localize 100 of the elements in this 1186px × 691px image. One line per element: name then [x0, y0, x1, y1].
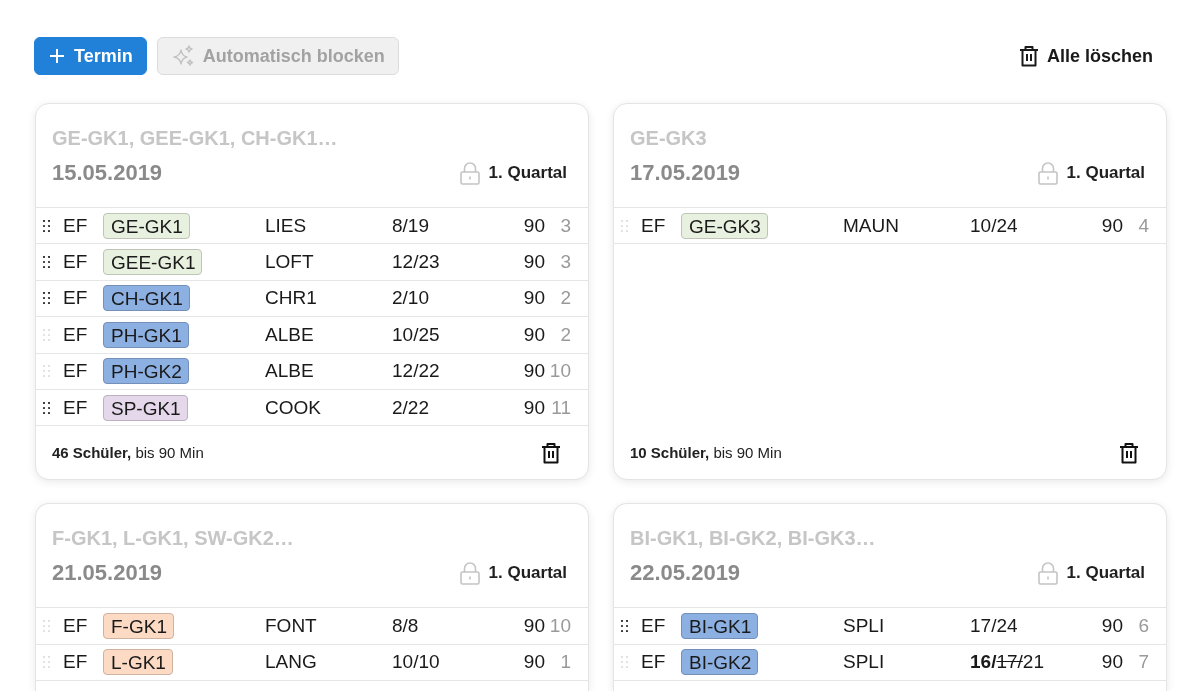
duration-text: 90: [523, 396, 545, 419]
trash-icon[interactable]: [1119, 441, 1139, 464]
grade-text: EF: [63, 323, 88, 346]
duration-text: 90: [1101, 651, 1123, 674]
card-title: GE-GK1, GEE-GK1, CH-GK1…: [52, 126, 338, 151]
course-tag: GE-GK3: [681, 212, 768, 239]
duration-text: 90: [523, 323, 545, 346]
course-tag: SP-GK1: [103, 394, 188, 421]
course-tag: GE-GK1: [103, 212, 190, 239]
drag-handle-icon[interactable]: [43, 365, 50, 378]
course-tag: BI-GK1: [681, 613, 759, 640]
student-ratio: 10/10: [392, 651, 440, 674]
duration-text: 90: [523, 287, 545, 310]
grade-text: EF: [63, 360, 88, 383]
student-ratio: 8/19: [392, 214, 429, 237]
sparkle-icon: [171, 45, 194, 67]
trash-icon[interactable]: [541, 441, 561, 464]
course-tag: CH-GK1: [103, 285, 190, 312]
row-count: 6: [1138, 615, 1149, 638]
row-count: 3: [560, 214, 571, 237]
row-count: 1: [560, 651, 571, 674]
row-count: 10: [549, 615, 571, 638]
drag-handle-icon[interactable]: [621, 620, 628, 633]
student-summary: 46 Schüler, bis 90 Min: [52, 444, 204, 462]
teacher-text: LIES: [265, 214, 307, 237]
course-tag: L-GK1: [103, 649, 173, 676]
card-title: BI-GK1, BI-GK2, BI-GK3…: [630, 526, 876, 552]
grade-text: EF: [63, 651, 88, 674]
row-count: 3: [560, 251, 571, 274]
student-ratio: 10/24: [970, 214, 1018, 237]
quarter-label: 1. Quartal: [488, 563, 567, 584]
exam-date: 17.05.2019: [630, 160, 741, 186]
course-tag: BI-GK2: [681, 649, 759, 676]
duration-text: 90: [1101, 214, 1123, 237]
card-title: F-GK1, L-GK1, SW-GK2…: [52, 526, 294, 552]
grade-text: EF: [63, 251, 88, 274]
student-ratio: 10/25: [392, 323, 440, 346]
grade-text: EF: [63, 396, 88, 419]
drag-handle-icon[interactable]: [43, 256, 50, 269]
course-tag: PH-GK1: [103, 321, 189, 348]
duration-text: 90: [523, 651, 545, 674]
lock-icon: [1037, 161, 1058, 185]
row-count: 2: [560, 287, 571, 310]
course-tag: GEE-GK1: [103, 249, 203, 276]
drag-handle-icon[interactable]: [43, 219, 50, 232]
teacher-text: SPLI: [843, 651, 885, 674]
teacher-text: COOK: [265, 396, 321, 419]
student-ratio: 17/24: [970, 615, 1018, 638]
drag-handle-icon[interactable]: [621, 656, 628, 669]
trash-icon: [1018, 45, 1039, 67]
duration-text: 90: [523, 615, 545, 638]
drag-handle-icon[interactable]: [43, 292, 50, 305]
teacher-text: MAUN: [843, 214, 899, 237]
lock-icon: [459, 161, 480, 185]
grade-text: EF: [63, 615, 88, 638]
grade-text: EF: [63, 214, 88, 237]
teacher-text: LANG: [265, 651, 317, 674]
duration-text: 90: [523, 360, 545, 383]
course-tag: PH-GK2: [103, 358, 189, 385]
duration-text: 90: [523, 214, 545, 237]
quarter-label: 1. Quartal: [1066, 163, 1145, 183]
grade-text: EF: [641, 214, 666, 237]
exam-date: 15.05.2019: [52, 160, 163, 186]
grade-text: EF: [63, 287, 88, 310]
quarter-label: 1. Quartal: [1066, 563, 1145, 584]
row-count: 10: [549, 360, 571, 383]
row-count: 2: [560, 323, 571, 346]
quarter-label: 1. Quartal: [488, 163, 567, 183]
add-appointment-button[interactable]: Termin: [34, 37, 147, 75]
clear-all-button[interactable]: Alle löschen: [1018, 45, 1153, 67]
teacher-text: FONT: [265, 615, 317, 638]
teacher-text: SPLI: [843, 615, 885, 638]
plus-icon: [49, 48, 65, 64]
student-ratio: 2/10: [392, 287, 429, 310]
lock-icon: [459, 561, 480, 585]
student-ratio: 12/22: [392, 360, 440, 383]
row-count: 4: [1138, 214, 1149, 237]
student-ratio: 12/23: [392, 251, 440, 274]
course-tag: F-GK1: [103, 613, 174, 640]
lock-icon: [1037, 561, 1058, 585]
row-count: 11: [551, 396, 571, 419]
grade-text: EF: [641, 615, 666, 638]
drag-handle-icon[interactable]: [621, 219, 628, 232]
card-title: GE-GK3: [630, 126, 707, 151]
grade-text: EF: [641, 651, 666, 674]
exam-date: 22.05.2019: [630, 560, 741, 587]
drag-handle-icon[interactable]: [43, 656, 50, 669]
teacher-text: CHR1: [265, 287, 317, 310]
duration-text: 90: [1101, 615, 1123, 638]
drag-handle-icon[interactable]: [43, 620, 50, 633]
teacher-text: ALBE: [265, 323, 314, 346]
row-count: 7: [1138, 651, 1149, 674]
drag-handle-icon[interactable]: [43, 401, 50, 414]
teacher-text: ALBE: [265, 360, 314, 383]
student-ratio: 2/22: [392, 396, 429, 419]
drag-handle-icon[interactable]: [43, 328, 50, 341]
student-ratio: 16/17/21: [970, 651, 1044, 674]
exam-date: 21.05.2019: [52, 560, 163, 587]
student-summary: 10 Schüler, bis 90 Min: [630, 444, 782, 462]
student-ratio: 8/8: [392, 615, 419, 638]
